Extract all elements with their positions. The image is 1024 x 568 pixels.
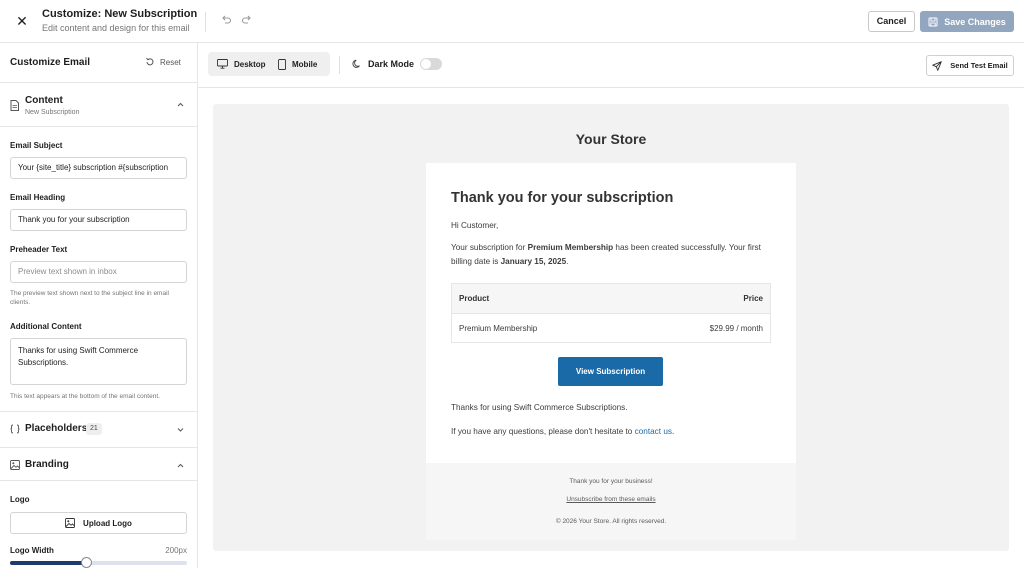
billing-date: January 15, 2025 xyxy=(500,257,567,266)
content-section-subtitle: New Subscription xyxy=(25,109,80,116)
page-subtitle: Edit content and design for this email xyxy=(42,23,190,33)
dark-mode-control: Dark Mode xyxy=(352,58,443,70)
title-block: Customize: New Subscription Edit content… xyxy=(42,8,197,33)
close-icon[interactable]: ✕ xyxy=(14,13,30,29)
sidebar: Customize Email Reset Content New Subscr… xyxy=(0,43,198,568)
footer-copyright: © 2026 Your Store. All rights reserved. xyxy=(555,518,667,525)
dark-mode-toggle[interactable] xyxy=(420,58,443,70)
preheader-help: The preview text shown next to the subje… xyxy=(10,290,169,306)
additional-content-help: This text appears at the bottom of the e… xyxy=(10,393,160,400)
send-icon xyxy=(932,60,943,71)
chevron-up-icon xyxy=(176,461,185,470)
email-greeting: Hi Customer, xyxy=(451,221,499,230)
branding-section-header[interactable]: Branding xyxy=(0,447,197,481)
placeholders-count-badge: 21 xyxy=(86,423,102,435)
logo-width-slider-fill xyxy=(10,561,87,565)
questions-text: If you have any questions, please don't … xyxy=(451,427,635,436)
content-section-title: Content xyxy=(25,95,63,106)
email-subject-input[interactable]: Your {site_title} subscription #{subscri… xyxy=(10,157,187,179)
send-test-email-button[interactable]: Send Test Email xyxy=(926,55,1014,76)
unsubscribe-link[interactable]: Unsubscribe from these emails xyxy=(426,496,796,503)
mobile-icon xyxy=(278,58,286,70)
device-toggle: Desktop Mobile xyxy=(208,52,330,76)
save-icon xyxy=(928,17,938,27)
email-questions: If you have any questions, please don't … xyxy=(451,425,771,439)
undo-icon[interactable] xyxy=(220,14,234,28)
table-cell-price: $29.99 / month xyxy=(709,324,763,333)
braces-icon xyxy=(10,424,20,434)
page-title: Customize: New Subscription xyxy=(42,8,198,20)
upload-logo-button[interactable]: Upload Logo xyxy=(10,512,187,534)
image-icon xyxy=(65,518,75,528)
logo-width-label: Logo Width xyxy=(10,546,54,555)
chevron-down-icon xyxy=(176,425,185,434)
cancel-button[interactable]: Cancel xyxy=(868,11,915,32)
sidebar-header: Customize Email Reset xyxy=(0,43,197,83)
logo-width-slider-thumb[interactable] xyxy=(81,557,93,568)
view-subscription-button[interactable]: View Subscription xyxy=(558,357,663,386)
email-heading: Thank you for your subscription xyxy=(451,190,674,206)
questions-text: . xyxy=(671,427,675,436)
email-footer: Thank you for your business! Unsubscribe… xyxy=(426,463,796,540)
email-body: Your subscription for Premium Membership… xyxy=(451,241,771,269)
mobile-label: Mobile xyxy=(292,59,318,69)
logo-width-value: 200px xyxy=(165,546,187,555)
moon-icon xyxy=(352,59,362,69)
body-text: Your subscription for xyxy=(451,243,528,252)
table-header: Product Price xyxy=(452,284,770,314)
email-heading-label: Email Heading xyxy=(10,193,66,202)
column-header-product: Product xyxy=(459,294,490,303)
preheader-label: Preheader Text xyxy=(10,245,68,254)
image-icon xyxy=(10,460,20,470)
branding-title: Branding xyxy=(25,459,69,470)
preheader-input[interactable]: Preview text shown in inbox xyxy=(10,261,187,283)
desktop-label: Desktop xyxy=(234,59,266,69)
store-name: Your Store xyxy=(575,131,647,147)
save-button-label: Save Changes xyxy=(944,16,1006,27)
content-section-header[interactable]: Content New Subscription xyxy=(0,83,197,127)
additional-content-textarea[interactable]: Thanks for using Swift Commerce Subscrip… xyxy=(10,338,187,385)
mobile-button[interactable]: Mobile xyxy=(272,52,323,76)
preview-toolbar: Desktop Mobile Dark Mode Send Test Email xyxy=(198,43,1024,88)
contact-link[interactable]: contact us xyxy=(635,427,672,436)
chevron-up-icon xyxy=(176,100,185,109)
send-test-email-label: Send Test Email xyxy=(950,61,1008,70)
order-table: Product Price Premium Membership $29.99 … xyxy=(451,283,771,343)
placeholders-section-header[interactable]: Placeholders 21 xyxy=(0,411,197,445)
email-thanks: Thanks for using Swift Commerce Subscrip… xyxy=(451,403,628,412)
footer-thanks: Thank you for your business! xyxy=(569,478,653,485)
divider xyxy=(205,12,206,32)
reset-icon xyxy=(145,57,155,67)
toggle-knob xyxy=(421,59,432,69)
desktop-button[interactable]: Desktop xyxy=(211,52,272,76)
column-header-price: Price xyxy=(743,294,763,303)
email-card: Thank you for your subscription Hi Custo… xyxy=(426,163,796,540)
product-name: Premium Membership xyxy=(527,243,614,252)
logo-width-slider[interactable] xyxy=(10,557,187,568)
desktop-icon xyxy=(217,59,228,69)
placeholders-title: Placeholders xyxy=(25,423,88,434)
redo-icon[interactable] xyxy=(241,14,255,28)
sidebar-title: Customize Email xyxy=(10,57,91,68)
dark-mode-label: Dark Mode xyxy=(368,59,415,69)
reset-button[interactable]: Reset xyxy=(145,57,181,67)
reset-label: Reset xyxy=(160,57,181,67)
body-text: . xyxy=(566,257,569,266)
divider xyxy=(339,56,340,74)
document-icon xyxy=(10,100,20,111)
logo-label: Logo xyxy=(10,495,30,504)
email-heading-input[interactable]: Thank you for your subscription xyxy=(10,209,187,231)
table-cell-product: Premium Membership xyxy=(459,324,538,333)
email-subject-label: Email Subject xyxy=(10,141,63,150)
save-button[interactable]: Save Changes xyxy=(920,11,1014,32)
top-bar: ✕ Customize: New Subscription Edit conte… xyxy=(0,0,1024,43)
additional-content-label: Additional Content xyxy=(10,322,82,331)
upload-logo-label: Upload Logo xyxy=(83,518,132,528)
